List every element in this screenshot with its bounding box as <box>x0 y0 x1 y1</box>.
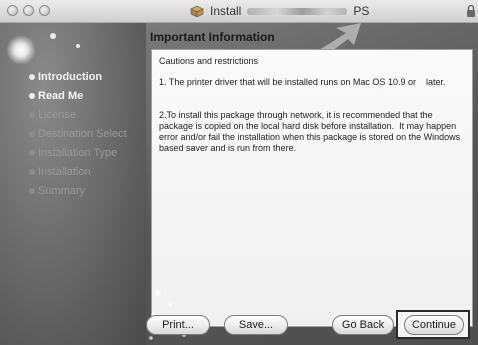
step-bullet-icon <box>29 169 35 175</box>
step-license: License <box>0 106 146 125</box>
window-controls <box>7 5 50 16</box>
step-label: Introduction <box>38 71 103 83</box>
step-read-me: Read Me <box>0 87 146 106</box>
decorative-dot <box>76 44 80 48</box>
installer-window: Install PS Introduction Read Me License … <box>0 0 478 345</box>
section-title: Important Information <box>150 30 275 44</box>
content-area: Important Information Cautions and restr… <box>146 23 478 345</box>
text-heading: Cautions and restrictions <box>159 56 259 66</box>
step-bullet-icon <box>29 150 35 156</box>
step-label: Read Me <box>38 90 84 102</box>
lock-icon <box>467 4 475 17</box>
window-title-text: Install <box>210 4 242 18</box>
step-label: Installation <box>38 166 91 178</box>
save-button[interactable]: Save... <box>224 315 288 335</box>
close-window-button[interactable] <box>7 5 18 16</box>
step-label: License <box>38 109 76 121</box>
package-icon <box>190 5 204 17</box>
print-button[interactable]: Print... <box>146 315 210 335</box>
step-bullet-icon <box>29 93 35 99</box>
go-back-button[interactable]: Go Back <box>332 315 394 335</box>
minimize-window-button[interactable] <box>23 5 34 16</box>
decorative-dot <box>50 33 56 39</box>
step-bullet-icon <box>29 131 35 137</box>
step-list: Introduction Read Me License Destination… <box>0 68 146 201</box>
step-bullet-icon <box>29 74 35 80</box>
step-bullet-icon <box>29 188 35 194</box>
title-bar: Install PS <box>0 0 478 23</box>
step-summary: Summary <box>0 182 146 201</box>
step-label: Summary <box>38 185 86 197</box>
step-label: Installation Type <box>38 147 118 159</box>
text-paragraph: 1. The printer driver that will be insta… <box>159 77 446 87</box>
step-destination-select: Destination Select <box>0 125 146 144</box>
decorative-glow <box>6 35 36 65</box>
step-bullet-icon <box>29 112 35 118</box>
installer-steps-sidebar: Introduction Read Me License Destination… <box>0 23 146 345</box>
text-paragraph: 2.To install this package through networ… <box>159 110 461 153</box>
continue-button[interactable]: Continue <box>404 315 464 335</box>
zoom-window-button[interactable] <box>39 5 50 16</box>
step-introduction: Introduction <box>0 68 146 87</box>
step-label: Destination Select <box>38 128 127 140</box>
step-installation: Installation <box>0 163 146 182</box>
step-installation-type: Installation Type <box>0 144 146 163</box>
